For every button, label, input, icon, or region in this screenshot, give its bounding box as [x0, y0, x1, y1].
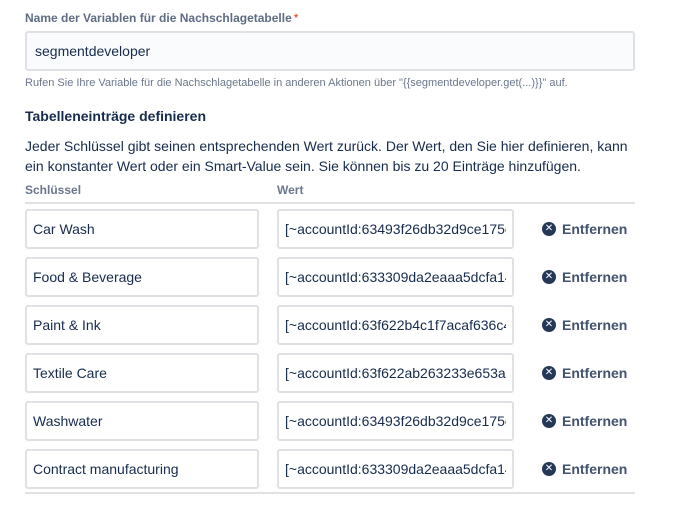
remove-entry-button[interactable]: ✕ Entfernen: [542, 267, 627, 287]
entry-value-input[interactable]: [277, 353, 514, 393]
remove-entry-label: Entfernen: [562, 317, 628, 333]
remove-entry-label: Entfernen: [562, 413, 628, 429]
entry-row: ✕ Entfernen: [25, 305, 635, 353]
remove-entry-label: Entfernen: [562, 221, 628, 237]
remove-circle-icon: ✕: [542, 318, 556, 332]
section-title: Tabelleneinträge definieren: [25, 108, 207, 124]
entry-value-input[interactable]: [277, 209, 514, 249]
remove-circle-icon: ✕: [542, 462, 556, 476]
entry-row: ✕ Entfernen: [25, 209, 635, 257]
remove-circle-icon: ✕: [542, 222, 556, 236]
entry-row: ✕ Entfernen: [25, 353, 635, 401]
entry-key-input[interactable]: [25, 305, 259, 345]
entry-row: ✕ Entfernen: [25, 401, 635, 449]
remove-entry-button[interactable]: ✕ Entfernen: [542, 219, 627, 239]
entry-key-input[interactable]: [25, 209, 259, 249]
remove-entry-label: Entfernen: [562, 269, 628, 285]
key-column-header: Schlüssel: [25, 183, 82, 197]
value-column-header: Wert: [277, 183, 304, 197]
remove-circle-icon: ✕: [542, 270, 556, 284]
table-bottom-divider: [25, 492, 635, 494]
remove-entry-button[interactable]: ✕ Entfernen: [542, 315, 627, 335]
section-description: Jeder Schlüssel gibt seinen entsprechend…: [25, 138, 628, 174]
remove-entry-label: Entfernen: [562, 461, 628, 477]
required-mark: *: [293, 11, 299, 25]
entry-key-input[interactable]: [25, 257, 259, 297]
remove-circle-icon: ✕: [542, 366, 556, 380]
lookup-table-form: Name der Variablen für die Nachschlageta…: [0, 0, 684, 505]
entry-value-input[interactable]: [277, 257, 514, 297]
remove-entry-button[interactable]: ✕ Entfernen: [542, 411, 627, 431]
variable-name-label: Name der Variablen für die Nachschlageta…: [25, 11, 298, 25]
entry-key-input[interactable]: [25, 449, 259, 489]
variable-name-label-text: Name der Variablen für die Nachschlageta…: [25, 11, 292, 25]
table-top-divider: [25, 202, 635, 204]
variable-helper-text: Rufen Sie Ihre Variable für die Nachschl…: [25, 77, 568, 89]
entry-value-input[interactable]: [277, 401, 514, 441]
entries-list: ✕ Entfernen ✕ Entfernen ✕ Entfernen ✕: [25, 209, 635, 497]
entry-row: ✕ Entfernen: [25, 449, 635, 497]
entry-value-input[interactable]: [277, 449, 514, 489]
entry-key-input[interactable]: [25, 401, 259, 441]
remove-entry-button[interactable]: ✕ Entfernen: [542, 363, 627, 383]
remove-circle-icon: ✕: [542, 414, 556, 428]
remove-entry-label: Entfernen: [562, 365, 628, 381]
entry-value-input[interactable]: [277, 305, 514, 345]
entry-row: ✕ Entfernen: [25, 257, 635, 305]
remove-entry-button[interactable]: ✕ Entfernen: [542, 459, 627, 479]
variable-name-input[interactable]: [25, 31, 635, 71]
entry-key-input[interactable]: [25, 353, 259, 393]
